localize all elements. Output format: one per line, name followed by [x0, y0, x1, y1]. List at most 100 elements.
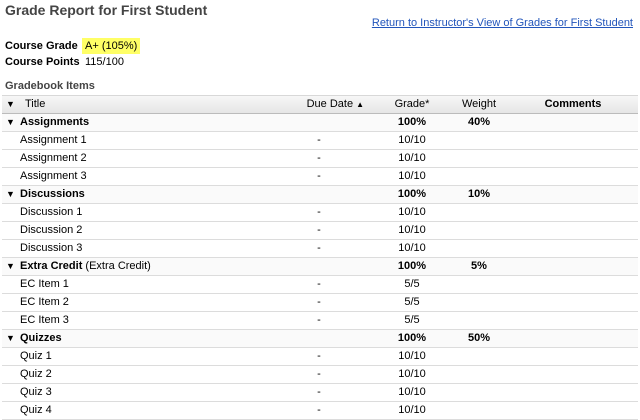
category-note: (Extra Credit): [85, 260, 151, 272]
item-weight: [450, 384, 508, 401]
item-grade: 10/10: [398, 242, 426, 254]
category-name: Assignments: [20, 116, 90, 128]
item-row[interactable]: EC Item 1 - 5/5: [2, 276, 638, 294]
item-due-date: -: [317, 314, 321, 326]
collapse-category-icon[interactable]: ▼: [6, 330, 15, 347]
item-comments: [508, 366, 638, 383]
item-comments: [508, 222, 638, 239]
item-due-date: -: [317, 206, 321, 218]
column-header-due-date[interactable]: Due Date ▲: [264, 96, 374, 113]
item-title: Assignment 1: [20, 134, 87, 146]
item-due-date: -: [317, 242, 321, 254]
category-grade: 100%: [397, 332, 427, 344]
item-due-date: -: [317, 134, 321, 146]
item-due-date: -: [317, 152, 321, 164]
course-points-row: Course Points 115/100: [5, 54, 140, 70]
item-title: EC Item 2: [20, 296, 69, 308]
category-grade: 100%: [397, 116, 427, 128]
item-row[interactable]: Quiz 1 - 10/10: [2, 348, 638, 366]
item-comments: [508, 402, 638, 419]
category-grade: 100%: [397, 188, 427, 200]
item-comments: [508, 240, 638, 257]
column-header-title[interactable]: ▼ Title: [2, 96, 264, 113]
category-due-cell: [264, 186, 374, 203]
category-due-cell: [264, 114, 374, 131]
item-due-date: -: [317, 296, 321, 308]
item-comments: [508, 294, 638, 311]
item-weight: [450, 366, 508, 383]
category-weight: 50%: [467, 332, 491, 344]
category-comments: [508, 258, 638, 275]
column-header-weight[interactable]: Weight: [450, 96, 508, 113]
item-grade: 10/10: [398, 224, 426, 236]
item-row[interactable]: Assignment 2 - 10/10: [2, 150, 638, 168]
item-comments: [508, 312, 638, 329]
category-weight: 40%: [467, 116, 491, 128]
item-comments: [508, 276, 638, 293]
item-row[interactable]: Quiz 3 - 10/10: [2, 384, 638, 402]
category-grade: 100%: [397, 260, 427, 272]
item-weight: [450, 240, 508, 257]
item-due-date: -: [317, 224, 321, 236]
category-weight: 5%: [471, 260, 487, 272]
gradebook-items-heading: Gradebook Items: [5, 80, 95, 92]
category-name: Quizzes: [20, 332, 62, 344]
collapse-category-icon[interactable]: ▼: [6, 258, 15, 275]
category-title-cell: ▼ Extra Credit (Extra Credit): [2, 258, 264, 275]
item-title: EC Item 1: [20, 278, 69, 290]
item-grade: 10/10: [398, 170, 426, 182]
category-weight: 10%: [467, 188, 491, 200]
category-due-cell: [264, 258, 374, 275]
item-grade: 10/10: [398, 152, 426, 164]
item-comments: [508, 132, 638, 149]
item-comments: [508, 384, 638, 401]
item-title: EC Item 3: [20, 314, 69, 326]
gradebook-table: ▼ Title Due Date ▲ Grade* Weight Comments …: [2, 95, 638, 420]
item-weight: [450, 132, 508, 149]
item-weight: [450, 312, 508, 329]
item-row[interactable]: EC Item 3 - 5/5: [2, 312, 638, 330]
item-comments: [508, 150, 638, 167]
item-comments: [508, 168, 638, 185]
return-to-instructor-view-link[interactable]: Return to Instructor's View of Grades fo…: [372, 17, 633, 29]
column-header-comments: Comments: [544, 98, 602, 110]
sort-ascending-icon: ▲: [356, 100, 364, 109]
category-row[interactable]: ▼ Extra Credit (Extra Credit) 100% 5%: [2, 258, 638, 276]
category-row[interactable]: ▼ Discussions 100% 10%: [2, 186, 638, 204]
category-name: Discussions: [20, 188, 85, 200]
course-grade-label: Course Grade: [5, 40, 78, 52]
grade-summary: Course Grade A+ (105%) Course Points 115…: [5, 38, 141, 70]
item-row[interactable]: Discussion 2 - 10/10: [2, 222, 638, 240]
item-weight: [450, 276, 508, 293]
item-row[interactable]: EC Item 2 - 5/5: [2, 294, 638, 312]
item-title: Quiz 4: [20, 404, 52, 416]
item-row[interactable]: Quiz 2 - 10/10: [2, 366, 638, 384]
category-name: Extra Credit: [20, 260, 83, 272]
table-header: ▼ Title Due Date ▲ Grade* Weight Comments: [2, 95, 638, 114]
item-grade: 10/10: [398, 134, 426, 146]
course-grade-value: A+ (105%): [82, 38, 141, 54]
category-row[interactable]: ▼ Assignments 100% 40%: [2, 114, 638, 132]
item-row[interactable]: Assignment 1 - 10/10: [2, 132, 638, 150]
item-row[interactable]: Discussion 3 - 10/10: [2, 240, 638, 258]
item-row[interactable]: Quiz 4 - 10/10: [2, 402, 638, 420]
category-title-cell: ▼ Quizzes: [2, 330, 264, 347]
item-title: Quiz 3: [20, 386, 52, 398]
item-grade: 10/10: [398, 386, 426, 398]
item-grade: 5/5: [404, 296, 420, 308]
item-comments: [508, 348, 638, 365]
item-row[interactable]: Discussion 1 - 10/10: [2, 204, 638, 222]
collapse-category-icon[interactable]: ▼: [6, 186, 15, 203]
item-title: Quiz 1: [20, 350, 52, 362]
item-title: Quiz 2: [20, 368, 52, 380]
item-grade: 10/10: [398, 206, 426, 218]
category-row[interactable]: ▼ Quizzes 100% 50%: [2, 330, 638, 348]
column-header-grade[interactable]: Grade*: [374, 96, 450, 113]
item-due-date: -: [317, 170, 321, 182]
item-row[interactable]: Assignment 3 - 10/10: [2, 168, 638, 186]
column-due-date-label: Due Date: [306, 98, 354, 110]
item-due-date: -: [317, 386, 321, 398]
expand-all-toggle-icon[interactable]: ▼: [6, 96, 15, 113]
collapse-category-icon[interactable]: ▼: [6, 114, 15, 131]
item-due-date: -: [317, 404, 321, 416]
